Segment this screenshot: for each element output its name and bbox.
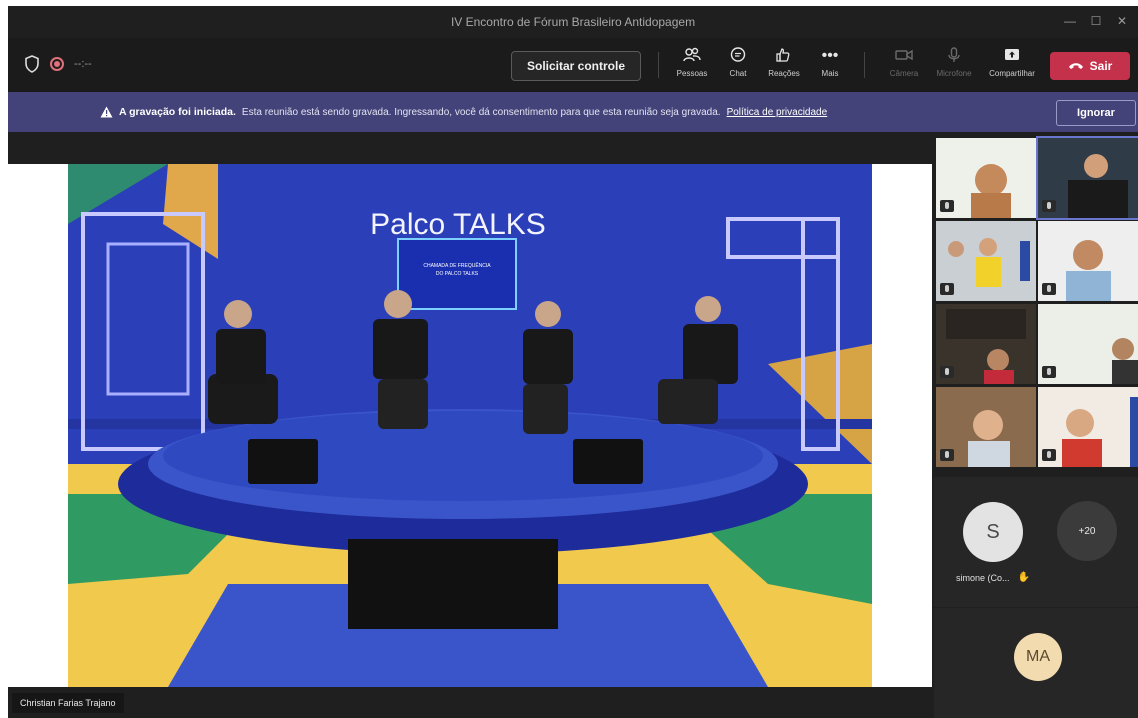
recording-title: A gravação foi iniciada. <box>119 106 236 118</box>
leave-label: Sair <box>1089 59 1113 73</box>
recording-banner: A gravação foi iniciada. Esta reunião es… <box>8 92 1138 132</box>
mic-icon <box>940 366 954 378</box>
maximize-icon[interactable]: ☐ <box>1088 14 1104 28</box>
participant-tile[interactable] <box>936 304 1036 384</box>
share-label: Compartilhar <box>989 69 1035 78</box>
leave-button[interactable]: Sair <box>1050 52 1130 80</box>
participant-tile[interactable] <box>1038 304 1138 384</box>
privacy-policy-link[interactable]: Política de privacidade <box>727 107 828 118</box>
camera-label: Câmera <box>889 69 919 78</box>
self-avatar[interactable]: MA <box>1014 633 1062 681</box>
reactions-label: Reações <box>768 69 800 78</box>
warning-icon <box>100 106 113 118</box>
self-preview: MA <box>934 608 1138 718</box>
mic-icon <box>940 200 954 212</box>
camera-button[interactable]: Câmera <box>880 46 928 86</box>
window-title: IV Encontro de Fórum Brasileiro Antidopa… <box>450 15 696 29</box>
more-label: Mais <box>821 69 839 78</box>
participant-tile[interactable] <box>936 387 1036 467</box>
minimize-icon[interactable]: — <box>1062 14 1078 28</box>
share-icon <box>988 46 1036 66</box>
screen-line-2: DO PALCO TALKS <box>436 271 479 277</box>
request-control-button[interactable]: Solicitar controle <box>511 51 641 81</box>
people-icon <box>668 46 716 66</box>
participant-tile[interactable] <box>1038 221 1138 301</box>
hangup-icon <box>1068 63 1083 69</box>
participant-tile[interactable] <box>1038 387 1138 467</box>
toolbar-divider <box>864 52 865 78</box>
participant-tile[interactable] <box>1036 136 1138 220</box>
meeting-timer: --:-- <box>74 58 92 70</box>
meeting-status: --:-- <box>24 55 92 73</box>
title-bar: IV Encontro de Fórum Brasileiro Antidopa… <box>8 6 1138 38</box>
main-stage: Palco TALKS CHAMADA DE FREQUÊNCIA DO PAL… <box>8 132 934 718</box>
more-participants-button[interactable]: +20 <box>1057 501 1117 561</box>
chat-icon <box>714 46 762 66</box>
presenter-name: Christian Farias Trajano <box>12 693 124 713</box>
recording-text: Esta reunião está sendo gravada. Ingress… <box>241 106 721 118</box>
camera-icon <box>880 46 928 66</box>
toolbar-divider <box>658 52 659 78</box>
stage-video-frame: Palco TALKS CHAMADA DE FREQUÊNCIA DO PAL… <box>68 164 872 687</box>
more-button[interactable]: ••• Mais <box>806 46 854 86</box>
mic-label: Microfone <box>936 69 972 78</box>
reactions-icon <box>760 46 808 66</box>
raised-hand-icon: ✋ <box>1017 572 1030 583</box>
participant-name-row: simone (Co... ✋ <box>956 572 1030 583</box>
screen-line-1: CHAMADA DE FREQUÊNCIA <box>423 261 491 269</box>
audio-participants: S +20 simone (Co... ✋ <box>934 477 1138 607</box>
scene-logo: Palco TALKS <box>370 208 546 241</box>
mic-icon <box>1042 449 1056 461</box>
shield-icon <box>25 55 39 73</box>
mic-button[interactable]: Microfone <box>930 46 978 86</box>
chat-button[interactable]: Chat <box>714 46 762 86</box>
participant-avatar[interactable]: S <box>963 502 1023 562</box>
participant-gallery: S +20 simone (Co... ✋ MA <box>934 132 1138 718</box>
mic-icon <box>940 449 954 461</box>
mic-icon <box>940 283 954 295</box>
mic-icon <box>1042 283 1056 295</box>
more-icon: ••• <box>821 47 839 64</box>
meeting-toolbar: --:-- Solicitar controle Pessoas Chat Re… <box>8 38 1138 92</box>
recording-icon <box>50 57 64 71</box>
recording-message: A gravação foi iniciada. Esta reunião es… <box>100 106 827 118</box>
close-icon[interactable]: ✕ <box>1114 14 1130 28</box>
participant-name: simone (Co... <box>956 572 1010 583</box>
people-label: Pessoas <box>676 69 708 78</box>
reactions-button[interactable]: Reações <box>760 46 808 86</box>
mic-icon <box>930 46 978 66</box>
participant-tile[interactable] <box>936 221 1036 301</box>
ignore-button[interactable]: Ignorar <box>1056 100 1136 126</box>
people-button[interactable]: Pessoas <box>668 46 716 86</box>
share-button[interactable]: Compartilhar <box>988 46 1036 86</box>
meeting-window: IV Encontro de Fórum Brasileiro Antidopa… <box>8 6 1138 718</box>
shared-video: Palco TALKS CHAMADA DE FREQUÊNCIA DO PAL… <box>8 164 932 687</box>
participant-tile[interactable] <box>936 138 1036 218</box>
chat-label: Chat <box>729 69 747 78</box>
mic-icon <box>1042 366 1056 378</box>
mic-icon <box>1042 200 1056 212</box>
